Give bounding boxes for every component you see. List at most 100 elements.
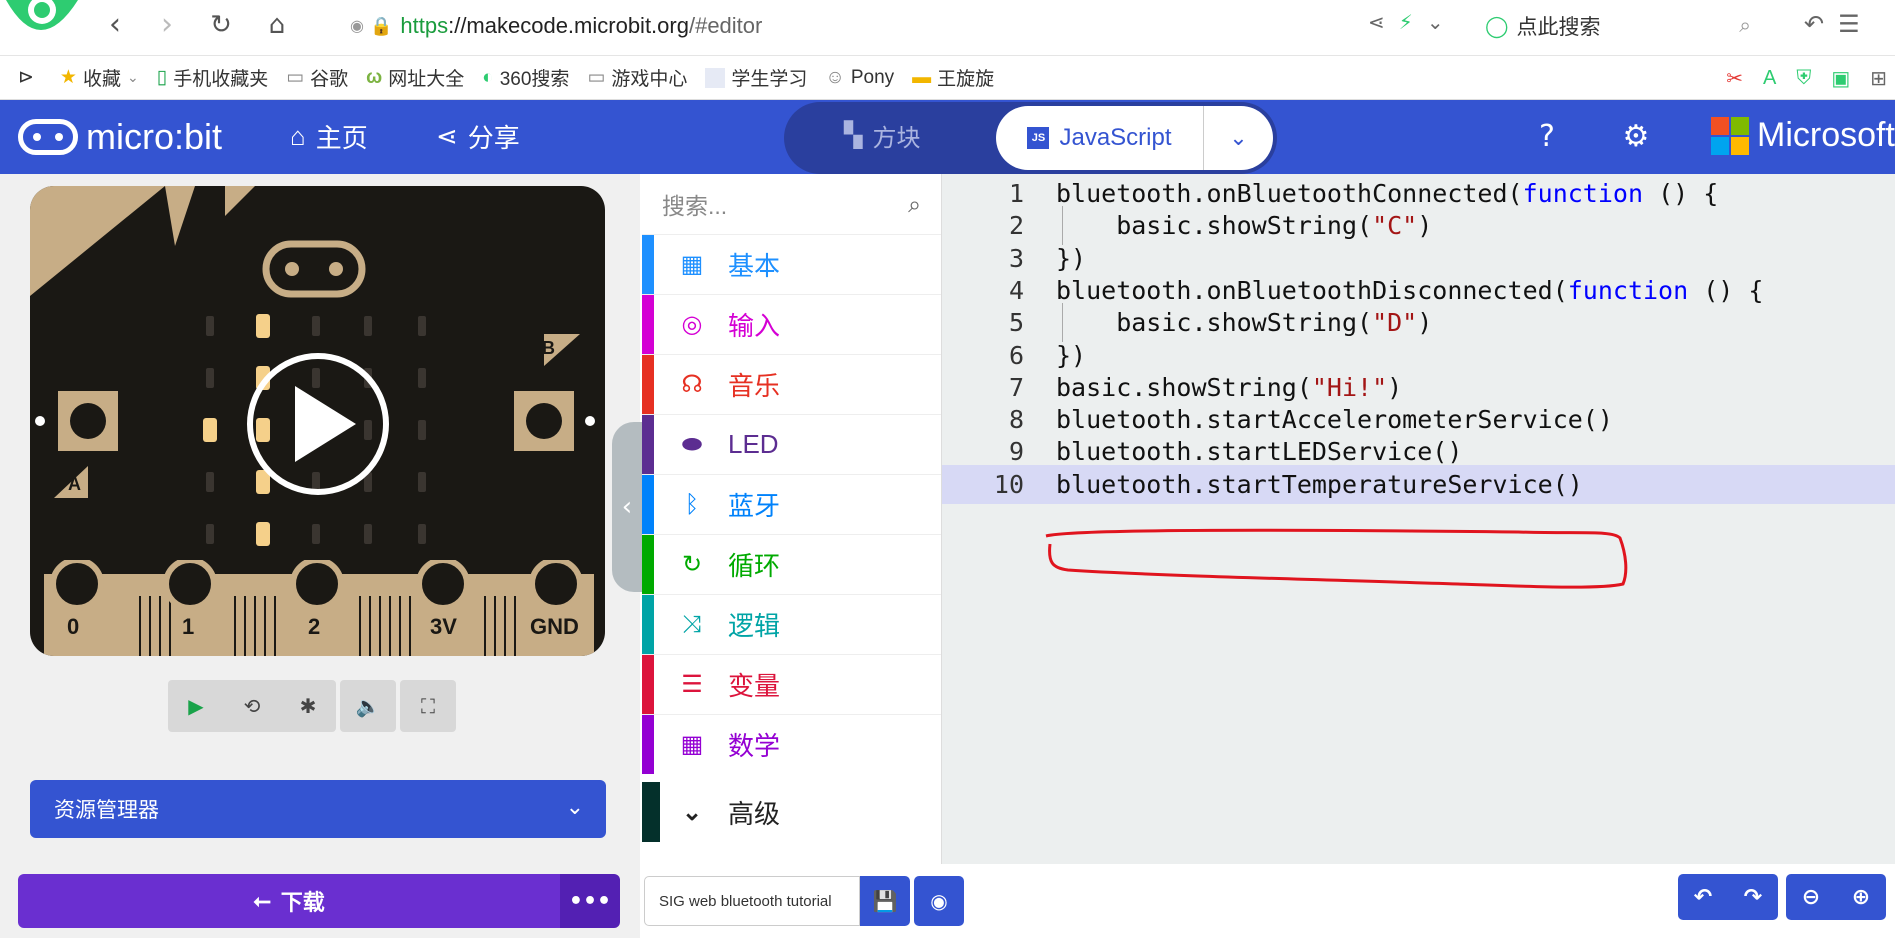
lightning-icon[interactable]: ⚡: [1399, 10, 1413, 34]
bluetooth-icon: ᛒ: [684, 490, 700, 518]
bookmark-item[interactable]: ▭ 游戏中心: [587, 64, 687, 91]
gear-icon[interactable]: ⚙: [1619, 120, 1653, 154]
fullscreen-icon[interactable]: ⛶: [400, 680, 456, 732]
simulator-panel: A B 0 1 2 3V GND ▶ ⟲ ✱ 🔈 ⛶ 资源管理器 ⌄ ⭠ 下载 …: [0, 174, 642, 938]
toolbox: 搜索... ⌕ ▦ 基本 ◎ 输入 ☊ 音乐 ⬬ LED ᛒ 蓝牙 ↻ 循环 ⤨ 逻辑 ☰ 变量 ▦ 数学 ⌄ 高…: [642, 174, 942, 864]
zoom-out-icon[interactable]: ⊖: [1786, 874, 1836, 920]
headphones-icon: ☊: [681, 371, 703, 398]
security-icon: ◉: [350, 18, 364, 35]
forward-button[interactable]: ›: [150, 8, 184, 42]
language-dropdown[interactable]: ⌄: [1203, 106, 1273, 170]
folder-icon: ▬: [912, 66, 932, 88]
game-icon[interactable]: ▣: [1831, 66, 1850, 91]
editor-footer: SIG web bluetooth tutorial 💾 ◉ ↶ ↷ ⊖ ⊕: [642, 864, 1895, 938]
browser-toolbar: ‹ › ↻ ⌂ ◉ 🔒 https://makecode.microbit.or…: [0, 0, 1895, 56]
code-editor[interactable]: 1 bluetooth.onBluetoothConnected(function…: [942, 174, 1895, 864]
pin-label: 1: [182, 614, 195, 639]
toolbox-category[interactable]: ▦ 基本: [642, 234, 941, 294]
restart-icon[interactable]: ⟲: [224, 680, 280, 732]
menu-icon[interactable]: ☰: [1838, 10, 1860, 38]
download-button[interactable]: ⭠ 下载: [18, 874, 560, 928]
lines-icon: ☰: [681, 671, 703, 698]
collapse-simulator-button[interactable]: ‹: [612, 422, 642, 592]
javascript-tab[interactable]: JS JavaScript: [996, 106, 1203, 170]
home-button[interactable]: ⌂: [260, 8, 294, 42]
scissors-icon[interactable]: ✂: [1726, 66, 1743, 91]
microsoft-logo[interactable]: Microsoft: [1711, 116, 1895, 155]
undo-icon[interactable]: ↶: [1678, 874, 1728, 920]
bookmark-item[interactable]: 学生学习: [705, 64, 807, 91]
address-bar[interactable]: ◉ 🔒 https://makecode.microbit.org/#edito…: [350, 8, 762, 44]
toolbox-category[interactable]: ⬬ LED: [642, 414, 941, 474]
toolbox-category[interactable]: ☰ 变量: [642, 654, 941, 714]
browser-logo-icon: [6, 0, 78, 30]
simulator-controls: ▶ ⟲ ✱ 🔈 ⛶: [168, 680, 456, 732]
pin-label: GND: [530, 614, 579, 639]
zoom-in-icon[interactable]: ⊕: [1836, 874, 1886, 920]
bookmark-item[interactable]: ω 网址大全: [366, 64, 464, 91]
translate-icon[interactable]: A: [1763, 67, 1776, 90]
avatar-icon: ☺: [825, 66, 845, 88]
apps-icon[interactable]: ⊞: [1870, 66, 1887, 91]
share-page-icon[interactable]: ⋖: [1368, 10, 1385, 34]
toolbox-category[interactable]: ↻ 循环: [642, 534, 941, 594]
line-number: 10: [993, 469, 1024, 499]
code-line[interactable]: 10 bluetooth.startTemperatureService(): [942, 464, 1895, 504]
play-icon[interactable]: ▶: [168, 680, 224, 732]
back-button[interactable]: ‹: [98, 8, 132, 42]
toolbox-search-input[interactable]: 搜索... ⌕: [642, 174, 941, 234]
browser-search[interactable]: ◯ 点此搜索 ⌕: [1485, 8, 1765, 44]
project-name-input[interactable]: SIG web bluetooth tutorial: [644, 876, 860, 926]
reload-button[interactable]: ↻: [204, 8, 238, 42]
explorer-button[interactable]: 资源管理器 ⌄: [30, 780, 606, 838]
toolbox-category[interactable]: ☊ 音乐: [642, 354, 941, 414]
bookmark-item[interactable]: ▬ 王旋旋: [912, 64, 994, 91]
js-icon: JS: [1027, 127, 1050, 149]
toolbox-category[interactable]: ⤨ 逻辑: [642, 594, 941, 654]
target-icon: ◎: [681, 311, 703, 338]
debug-icon[interactable]: ✱: [280, 680, 336, 732]
bookmark-item[interactable]: ☺ Pony: [825, 67, 894, 89]
blocks-tab[interactable]: ▚ 方块: [844, 118, 920, 153]
chevron-down-icon: ⌄: [681, 798, 703, 826]
zoom-group: ⊖ ⊕: [1786, 874, 1886, 920]
bookmark-item[interactable]: ◐ 360搜索: [482, 64, 569, 91]
toggle-icon: ⬬: [681, 430, 703, 458]
sound-icon[interactable]: 🔈: [340, 680, 396, 732]
grid-icon: ▦: [680, 251, 704, 278]
bookmark-item[interactable]: ▭ 谷歌: [286, 64, 348, 91]
button-a-label: A: [68, 474, 81, 494]
makecode-header: micro:bit ⌂ 主页 ⋖ 分享 ▚ 方块 JS JavaScript ⌄ ? …: [0, 100, 1895, 174]
page-icon: ▭: [286, 67, 305, 88]
url-protocol: https: [400, 13, 449, 38]
share-icon: ⋖: [436, 121, 458, 151]
red-annotation-outline: [1045, 528, 1628, 589]
toolbox-category[interactable]: ◎ 输入: [642, 294, 941, 354]
undo-close-icon[interactable]: ↶: [1804, 10, 1824, 38]
redo-icon[interactable]: ↷: [1728, 874, 1778, 920]
search-icon: ⌕: [908, 190, 921, 217]
share-button[interactable]: ⋖ 分享: [436, 118, 520, 155]
pin-label: 3V: [430, 614, 457, 639]
sidebar-toggle-icon[interactable]: ⊳: [18, 66, 34, 89]
search-icon[interactable]: ⌕: [1739, 14, 1751, 38]
microsoft-squares-icon: [1711, 116, 1749, 155]
github-button[interactable]: ◉: [914, 876, 964, 926]
save-button[interactable]: 💾: [860, 876, 910, 926]
bookmarks-bar: ⊳ ★ 收藏 ⌄ ▯ 手机收藏夹 ▭ 谷歌 ω 网址大全 ◐ 360搜索 ▭ 游戏中心 学生学…: [0, 56, 1895, 100]
microbit-logo[interactable]: micro:bit: [18, 116, 222, 158]
page-icon: ▭: [587, 67, 606, 88]
help-icon[interactable]: ?: [1530, 120, 1564, 154]
toolbox-advanced[interactable]: ⌄ 高级: [642, 774, 941, 842]
download-more-button[interactable]: •••: [560, 874, 620, 928]
toolbox-category[interactable]: ᛒ 蓝牙: [642, 474, 941, 534]
editor-toggle: ▚ 方块 JS JavaScript ⌄: [784, 102, 1277, 174]
shield-icon[interactable]: ⛨: [1796, 67, 1811, 90]
toolbox-category[interactable]: ▦ 数学: [642, 714, 941, 774]
bookmark-item[interactable]: ▯ 手机收藏夹: [157, 64, 268, 91]
chevron-down-icon[interactable]: ⌄: [1427, 10, 1444, 34]
home-nav-button[interactable]: ⌂ 主页: [290, 118, 368, 155]
bookmark-item[interactable]: ★ 收藏 ⌄: [60, 64, 139, 91]
search-engine-icon: ◯: [1485, 14, 1509, 38]
url-host: ://makecode.microbit.org: [448, 13, 689, 38]
